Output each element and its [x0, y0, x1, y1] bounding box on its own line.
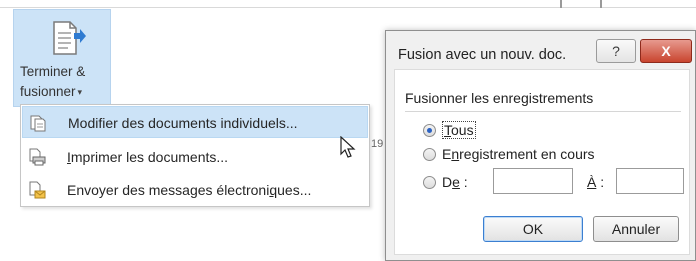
radio-button[interactable] — [423, 175, 436, 189]
mouse-pointer-icon — [340, 136, 356, 158]
cancel-button[interactable]: Annuler — [593, 216, 679, 242]
print-documents-icon — [29, 148, 46, 166]
dialog-title: Fusion avec un nouv. doc. — [398, 47, 567, 63]
group-divider — [405, 111, 681, 112]
radio-button[interactable] — [423, 147, 436, 161]
merge-document-icon — [53, 21, 86, 55]
finish-and-merge-button[interactable]: Terminer & fusionner ▾ — [13, 9, 111, 107]
range-to-input[interactable] — [616, 168, 684, 194]
help-button[interactable]: ? — [596, 39, 636, 63]
finish-and-merge-label: Terminer & fusionner ▾ — [20, 64, 86, 99]
radio-button-selected[interactable] — [423, 123, 436, 137]
close-button[interactable]: X — [640, 39, 692, 63]
finish-merge-menu: Modifier des documents individuels... Im… — [20, 104, 370, 207]
menu-item-send-email-messages[interactable]: Envoyer des messages électroniques... — [22, 174, 368, 206]
email-messages-icon — [29, 181, 46, 199]
merge-records-group-title: Fusionner les enregistrements — [405, 90, 594, 106]
radio-all-records[interactable]: Tous — [423, 120, 476, 140]
range-from-input[interactable] — [493, 168, 573, 194]
ribbon-separator — [600, 0, 602, 8]
menu-item-edit-individual-documents[interactable]: Modifier des documents individuels... — [22, 106, 368, 138]
menu-item-print-documents[interactable]: Imprimer les documents... — [22, 141, 368, 173]
edit-documents-icon — [30, 115, 46, 132]
ribbon-separator — [560, 0, 562, 8]
background-text: 19 — [371, 138, 384, 150]
ok-button[interactable]: OK — [483, 216, 583, 242]
merge-to-new-document-dialog: Fusion avec un nouv. doc. ? X Fusionner … — [385, 30, 696, 261]
radio-current-record[interactable]: Enregistrement en cours — [423, 144, 595, 164]
range-to-label: À : — [587, 174, 605, 190]
ribbon-top-edge — [0, 0, 696, 8]
chevron-down-icon: ▾ — [77, 87, 83, 98]
dialog-body: Fusionner les enregistrements Tous Enreg… — [394, 69, 690, 255]
radio-range-from[interactable]: De : — [423, 172, 468, 192]
